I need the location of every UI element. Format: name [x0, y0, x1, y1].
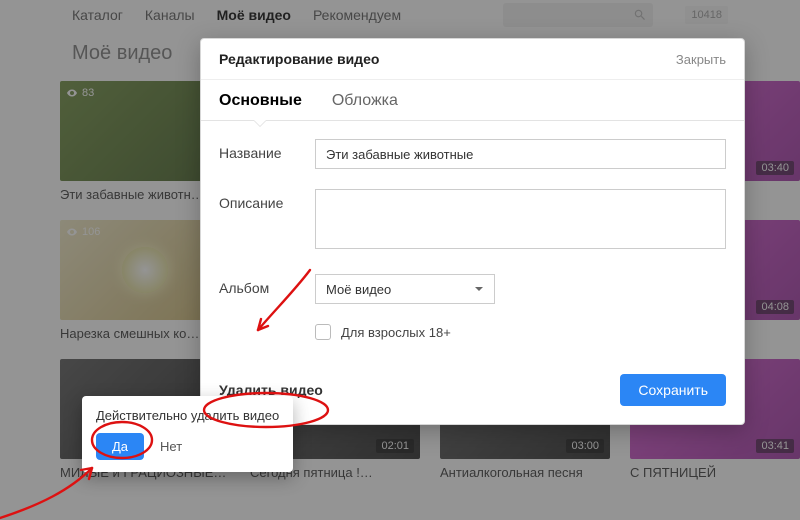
adult-checkbox[interactable] — [315, 324, 331, 340]
modal-header: Редактирование видео Закрыть — [201, 39, 744, 80]
tab-main[interactable]: Основные — [219, 92, 302, 120]
page-root: Каталог Каналы Моё видео Рекомендуем 104… — [0, 0, 800, 520]
modal-form: Название Описание Альбом Моё видео Для в… — [201, 121, 744, 358]
edit-video-modal: Редактирование видео Закрыть Основные Об… — [200, 38, 745, 425]
confirm-message: Действительно удалить видео — [96, 408, 279, 423]
modal-tabs: Основные Обложка — [201, 80, 744, 120]
label-name: Название — [219, 139, 315, 161]
save-button[interactable]: Сохранить — [620, 374, 726, 406]
name-input[interactable] — [315, 139, 726, 169]
modal-title: Редактирование видео — [219, 51, 379, 67]
confirm-no-button[interactable]: Нет — [160, 439, 182, 454]
label-album: Альбом — [219, 274, 315, 296]
confirm-yes-button[interactable]: Да — [96, 433, 144, 460]
label-adult: Для взрослых 18+ — [341, 325, 451, 340]
album-selected-value: Моё видео — [326, 282, 391, 297]
tab-cover[interactable]: Обложка — [332, 92, 398, 120]
album-select[interactable]: Моё видео — [315, 274, 495, 304]
close-button[interactable]: Закрыть — [676, 52, 726, 67]
delete-confirm-popover: Действительно удалить видео Да Нет — [82, 396, 293, 472]
label-description: Описание — [219, 189, 315, 211]
description-textarea[interactable] — [315, 189, 726, 249]
chevron-down-icon — [474, 284, 484, 294]
